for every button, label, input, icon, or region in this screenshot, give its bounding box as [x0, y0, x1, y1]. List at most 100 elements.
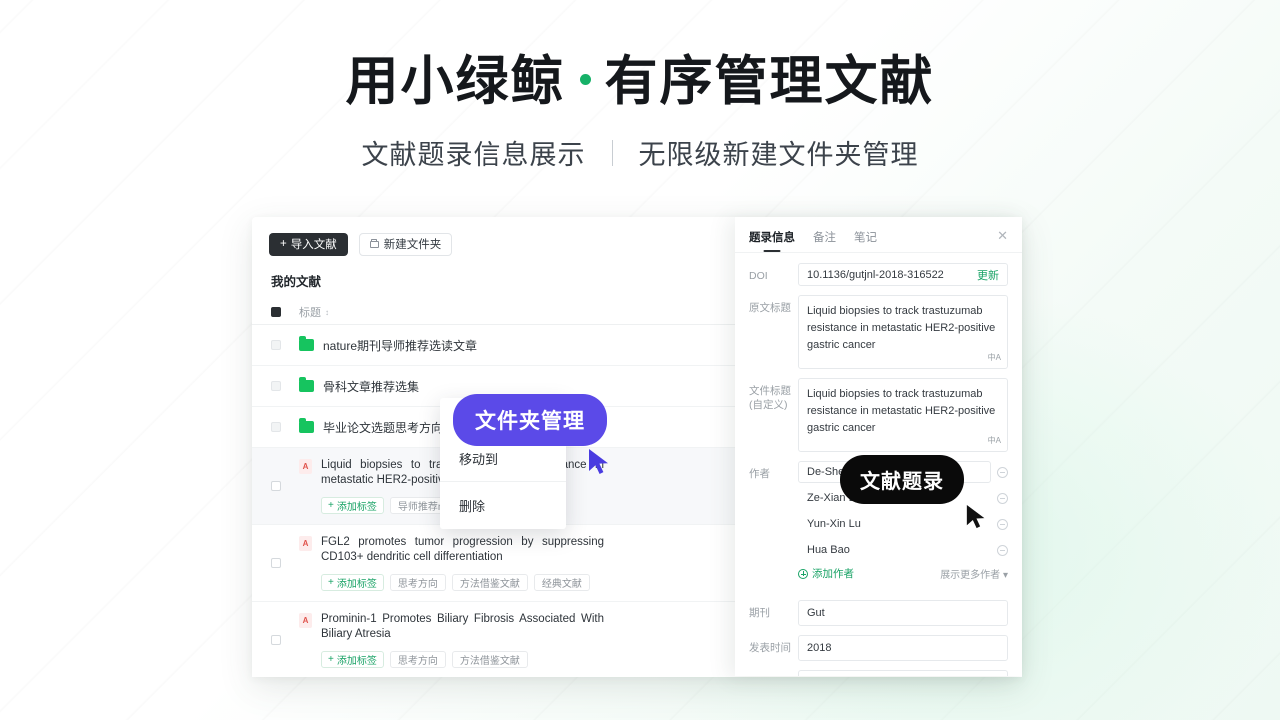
cursor-pointer-black — [966, 505, 985, 529]
field-label-original-title: 原文标题 — [749, 302, 791, 314]
hero-title-left: 用小绿鲸 — [345, 52, 566, 111]
tab-bibliography[interactable]: 题录信息 — [749, 229, 795, 254]
author-row: Hua Bao — [798, 539, 1008, 562]
folder-icon — [299, 418, 314, 433]
folder-icon — [369, 238, 379, 248]
new-folder-button-label: 新建文件夹 — [383, 239, 442, 251]
add-tag-label: 添加标签 — [336, 655, 377, 667]
remove-author-icon[interactable] — [997, 466, 1008, 478]
add-tag-label: 添加标签 — [336, 578, 377, 590]
remove-author-icon[interactable] — [997, 492, 1008, 504]
show-more-authors-button[interactable]: 展示更多作者 ▾ — [940, 566, 1008, 581]
field-publication-date: 发表时间 2018 — [749, 635, 1008, 662]
field-label-journal: 期刊 — [749, 607, 770, 620]
row-checkbox[interactable] — [271, 422, 281, 432]
callout-folder-management: 文件夹管理 — [453, 394, 607, 446]
folder-icon — [299, 377, 314, 392]
context-menu-separator — [440, 481, 566, 482]
hero-title-right: 有序管理文献 — [604, 52, 935, 111]
document-title: Prominin-1 Promotes Biliary Fibrosis Ass… — [321, 612, 604, 640]
close-icon[interactable]: ✕ — [997, 229, 1008, 242]
tag-chip[interactable]: 方法借鉴文献 — [451, 573, 528, 591]
author-input[interactable]: Hua Bao — [798, 539, 991, 562]
page-title: 用小绿鲸 有序管理文献 — [0, 52, 1280, 111]
tab-annotations[interactable]: 笔记 — [854, 229, 877, 254]
add-tag-button[interactable]: + 添加标签 — [321, 650, 384, 668]
tag-chip[interactable]: 思考方向 — [389, 650, 446, 668]
add-tag-button[interactable]: + 添加标签 — [321, 573, 384, 591]
row-select-cell[interactable] — [271, 480, 299, 491]
publication-date-value: 2018 — [807, 642, 832, 655]
row-checkbox[interactable] — [271, 557, 281, 568]
chevron-down-icon: ▾ — [1002, 570, 1008, 582]
file-title-value: Liquid biopsies to track trastuzumab res… — [807, 388, 996, 435]
select-all-checkbox[interactable] — [271, 307, 281, 317]
hero-subtitle: 文献题录信息展示 无限级新建文件夹管理 — [0, 133, 1280, 172]
add-author-button[interactable]: 添加作者 — [798, 566, 854, 581]
field-journal: 期刊 Gut — [749, 600, 1008, 627]
plus-icon: + — [328, 653, 334, 665]
remove-author-icon[interactable] — [997, 518, 1008, 530]
next-field-input[interactable] — [798, 670, 1008, 676]
add-tag-label: 添加标签 — [336, 501, 377, 513]
new-folder-button[interactable]: 新建文件夹 — [358, 232, 453, 256]
field-doi: DOI 10.1136/gutjnl-2018-316522 更新 — [749, 263, 1008, 286]
panel-tab-bar: 题录信息 备注 笔记 ✕ — [735, 217, 1022, 253]
import-button-label: 导入文献 — [290, 239, 337, 251]
field-original-title: 原文标题 Liquid biopsies to track trastuzuma… — [749, 295, 1008, 370]
journal-input[interactable]: Gut — [798, 600, 1008, 627]
callout-bibliography: 文献题录 — [840, 455, 964, 504]
remove-author-icon[interactable] — [997, 544, 1008, 556]
tag-chip[interactable]: 方法借鉴文献 — [451, 650, 528, 668]
row-checkbox[interactable] — [271, 381, 281, 391]
tag-chip[interactable]: 经典文献 — [533, 573, 590, 591]
field-label-publication-date: 发表时间 — [749, 642, 791, 655]
hero-subtitle-divider — [611, 139, 613, 166]
field-file-title: 文件标题 (自定义) Liquid biopsies to track tras… — [749, 378, 1008, 453]
select-all-cell[interactable] — [271, 307, 299, 317]
add-tag-button[interactable]: + 添加标签 — [321, 496, 384, 514]
row-select-cell[interactable] — [271, 381, 299, 391]
field-label-doi: DOI — [749, 270, 768, 282]
row-select-cell[interactable] — [271, 340, 299, 350]
pdf-icon: A — [299, 535, 312, 551]
journal-value: Gut — [807, 607, 825, 620]
original-title-textarea[interactable]: Liquid biopsies to track trastuzumab res… — [798, 295, 1008, 370]
author-actions: 添加作者 展示更多作者 ▾ — [798, 566, 1008, 581]
doi-input[interactable]: 10.1136/gutjnl-2018-316522 更新 — [798, 263, 1008, 286]
hero-section: 用小绿鲸 有序管理文献 文献题录信息展示 无限级新建文件夹管理 — [0, 0, 1280, 172]
row-checkbox[interactable] — [271, 480, 281, 491]
file-title-textarea[interactable]: Liquid biopsies to track trastuzumab res… — [798, 378, 1008, 453]
translate-icon[interactable]: 中A — [988, 352, 1001, 364]
row-checkbox[interactable] — [271, 340, 281, 350]
folder-icon — [299, 336, 314, 351]
field-label-file-title-sub: (自定义) — [749, 399, 788, 412]
pdf-icon: A — [299, 612, 312, 628]
field-label-authors: 作者 — [749, 468, 770, 481]
field-label-file-title-main: 文件标题 — [749, 385, 791, 398]
row-select-cell[interactable] — [271, 422, 299, 432]
context-menu-item-delete[interactable]: 删除 — [440, 487, 566, 523]
hero-dot-separator — [579, 73, 591, 85]
sort-icon[interactable]: ↕ — [325, 308, 329, 317]
bibliography-detail-panel: 题录信息 备注 笔记 ✕ DOI 10.1136/gutjnl-2018-316… — [735, 217, 1022, 676]
cursor-pointer-purple — [589, 449, 608, 474]
row-select-cell[interactable] — [271, 557, 299, 568]
field-label-file-title: 文件标题 (自定义) — [749, 378, 798, 452]
row-checkbox[interactable] — [271, 634, 281, 645]
import-document-button[interactable]: + 导入文献 — [269, 232, 348, 256]
translate-icon[interactable]: 中A — [988, 435, 1001, 447]
author-input[interactable]: Yun-Xin Lu — [798, 513, 991, 536]
folder-name: nature期刊导师推荐选读文章 — [323, 338, 478, 353]
row-select-cell[interactable] — [271, 634, 299, 645]
plus-icon: + — [328, 499, 334, 511]
plus-icon: + — [280, 238, 287, 250]
hero-subtitle-right: 无限级新建文件夹管理 — [638, 140, 919, 171]
pdf-icon: A — [299, 459, 312, 474]
tab-notes[interactable]: 备注 — [813, 229, 836, 254]
doi-update-button[interactable]: 更新 — [977, 267, 999, 283]
tag-chip[interactable]: 思考方向 — [389, 573, 446, 591]
field-label-placeholder — [749, 670, 798, 676]
doi-value: 10.1136/gutjnl-2018-316522 — [807, 268, 944, 281]
publication-date-input[interactable]: 2018 — [798, 635, 1008, 662]
